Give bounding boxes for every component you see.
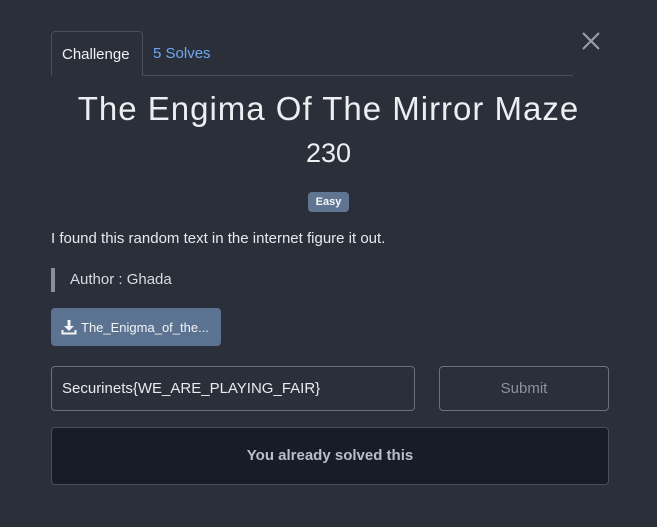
tab-solves[interactable]: 5 Solves xyxy=(143,31,221,76)
difficulty-badge: Easy xyxy=(307,192,350,212)
challenge-modal: Challenge 5 Solves The Engima Of The Mir… xyxy=(0,0,657,527)
challenge-points: 230 xyxy=(305,138,352,168)
challenge-author: Author : Ghada xyxy=(51,268,172,292)
difficulty-badge-wrap: Easy xyxy=(0,192,657,212)
close-button[interactable] xyxy=(578,28,604,54)
download-file-button[interactable]: The_Enigma_of_the... xyxy=(51,308,221,346)
solved-status-message: You already solved this xyxy=(51,427,609,485)
close-icon xyxy=(582,32,600,50)
tab-challenge[interactable]: Challenge xyxy=(51,31,143,76)
challenge-tabs: Challenge 5 Solves xyxy=(51,31,573,76)
submit-button[interactable]: Submit xyxy=(439,366,609,411)
challenge-title: The Engima Of The Mirror Maze xyxy=(77,90,580,127)
download-icon xyxy=(61,320,77,335)
download-file-label: The_Enigma_of_the... xyxy=(81,319,209,335)
challenge-description: I found this random text in the internet… xyxy=(51,230,386,247)
flag-input[interactable] xyxy=(51,366,415,411)
